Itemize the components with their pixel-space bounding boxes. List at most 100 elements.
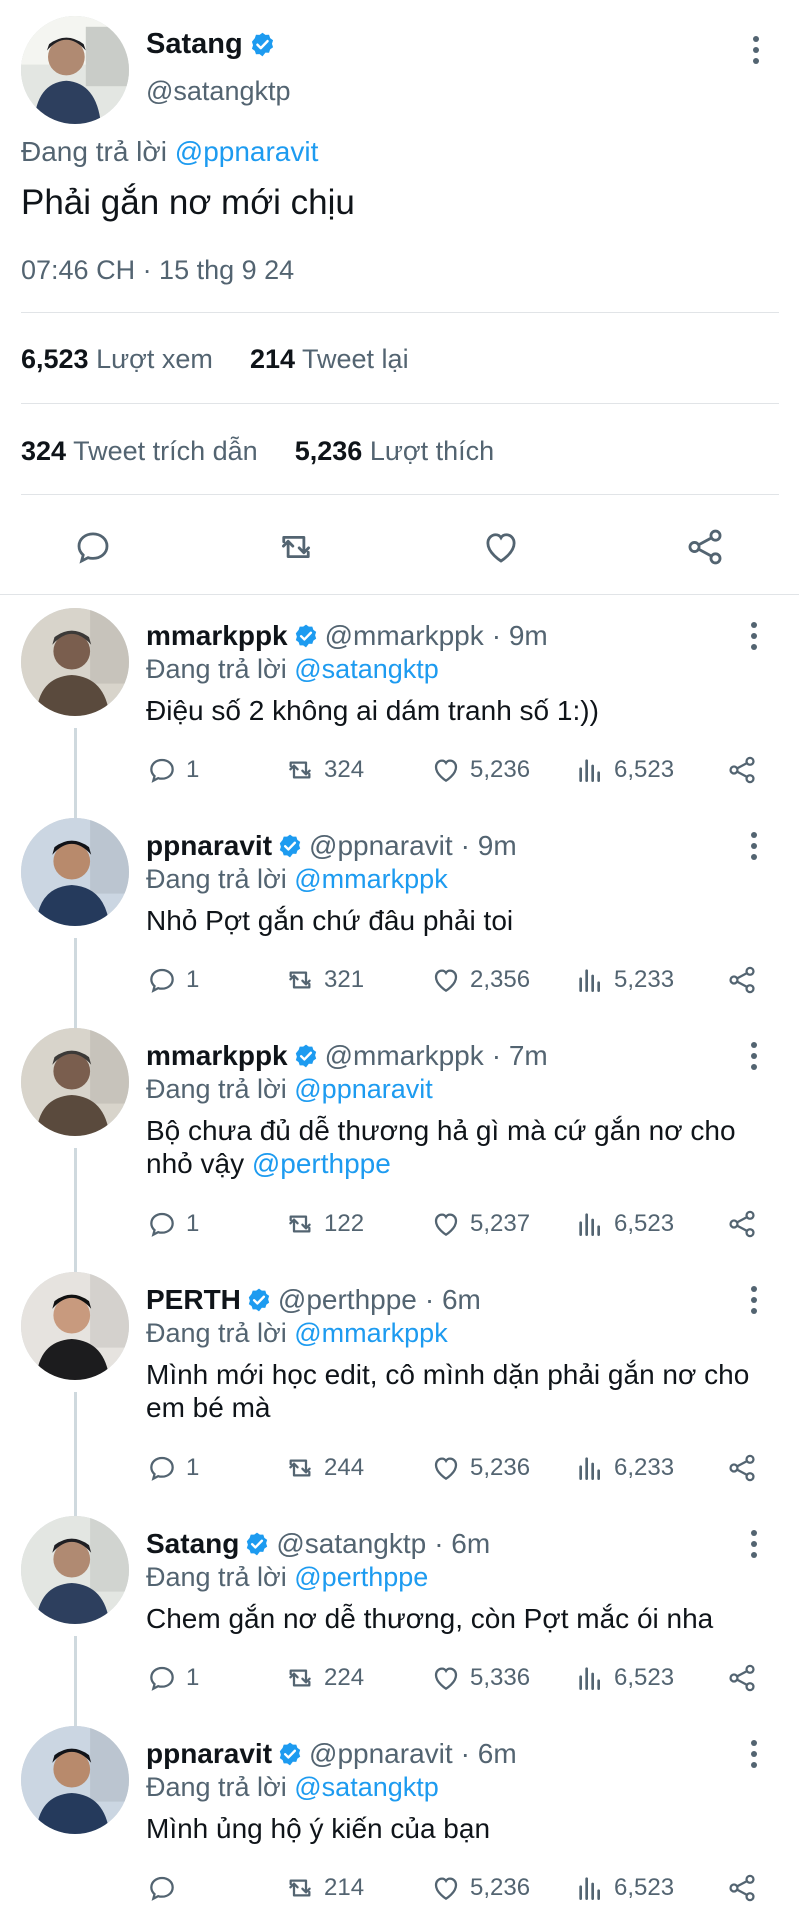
verified-badge-icon <box>246 1287 272 1313</box>
more-options-icon[interactable] <box>742 618 766 654</box>
author-name[interactable]: ppnaravit <box>146 830 272 862</box>
retweets-count[interactable]: 214 <box>250 344 295 374</box>
reply-context: Đang trả lời @mmarkppk <box>146 1318 448 1349</box>
author-handle[interactable]: @ppnaravit <box>309 1738 453 1770</box>
reply-time[interactable]: · 6m <box>434 1528 490 1560</box>
divider <box>21 403 779 404</box>
avatar[interactable] <box>21 16 129 124</box>
retweet-button[interactable]: 122 <box>284 1208 364 1240</box>
author-name[interactable]: ppnaravit <box>146 1738 272 1770</box>
avatar[interactable] <box>21 1726 129 1834</box>
reply-to-mention[interactable]: @ppnaravit <box>175 136 319 167</box>
reply-to-mention[interactable]: @mmarkppk <box>294 1318 447 1348</box>
reply-text: Mình ủng hộ ý kiến của bạn <box>146 1812 766 1845</box>
retweet-icon[interactable] <box>273 526 319 568</box>
views-button[interactable]: 6,523 <box>574 754 674 786</box>
reply-count: 1 <box>186 1454 200 1481</box>
share-icon[interactable] <box>684 526 726 568</box>
share-button[interactable] <box>726 964 766 996</box>
reply-button[interactable]: 1 <box>146 964 199 996</box>
reply-to-mention[interactable]: @ppnaravit <box>294 1074 432 1104</box>
like-count: 5,237 <box>470 1210 531 1237</box>
retweets-label[interactable]: Tweet lại <box>302 344 409 374</box>
like-button[interactable]: 5,336 <box>430 1662 530 1694</box>
more-options-icon[interactable] <box>742 828 766 864</box>
like-button[interactable]: 5,236 <box>430 754 530 786</box>
avatar[interactable] <box>21 1028 129 1136</box>
like-icon[interactable] <box>480 526 522 568</box>
author-name[interactable]: PERTH <box>146 1284 241 1316</box>
retweet-button[interactable]: 321 <box>284 964 364 996</box>
share-button[interactable] <box>726 1872 766 1904</box>
reply-item: Satang @satangktp · 6m Đang trả lời @perthp… <box>0 1516 799 1736</box>
reply-icon <box>150 968 174 993</box>
reply-button[interactable]: 1 <box>146 1662 199 1694</box>
reply-icon[interactable] <box>72 526 114 568</box>
author-name[interactable]: Satang <box>146 28 243 61</box>
reply-prefix: Đang trả lời <box>146 1772 295 1802</box>
retweet-button[interactable]: 324 <box>284 754 364 786</box>
retweet-count: 321 <box>324 966 365 993</box>
views-button[interactable]: 5,233 <box>574 964 674 996</box>
reply-to-mention[interactable]: @satangktp <box>294 654 439 684</box>
reply-time[interactable]: · 7m <box>492 1040 548 1072</box>
reply-count: 1 <box>186 966 200 993</box>
views-count: 6,523 <box>614 1664 675 1691</box>
more-options-icon[interactable] <box>742 1282 766 1318</box>
avatar[interactable] <box>21 1272 129 1380</box>
like-button[interactable]: 5,237 <box>430 1208 530 1240</box>
views-button[interactable]: 6,523 <box>574 1662 674 1694</box>
like-icon <box>434 969 458 992</box>
quotes-count[interactable]: 324 <box>21 436 66 466</box>
reply-time[interactable]: · 9m <box>461 830 517 862</box>
author-handle[interactable]: @mmarkppk <box>325 620 484 652</box>
author-handle[interactable]: @perthppe <box>278 1284 417 1316</box>
reply-to-mention[interactable]: @perthppe <box>294 1562 428 1592</box>
reply-to-mention[interactable]: @satangktp <box>294 1772 439 1802</box>
avatar[interactable] <box>21 818 129 926</box>
like-button[interactable]: 2,356 <box>430 964 530 996</box>
avatar[interactable] <box>21 608 129 716</box>
retweet-button[interactable]: 214 <box>284 1872 364 1904</box>
author-name[interactable]: Satang <box>146 1528 239 1560</box>
retweet-button[interactable]: 244 <box>284 1452 364 1484</box>
like-button[interactable]: 5,236 <box>430 1872 530 1904</box>
reply-button[interactable]: 1 <box>146 754 199 786</box>
more-options-icon[interactable] <box>744 32 768 68</box>
more-options-icon[interactable] <box>742 1038 766 1074</box>
author-handle[interactable]: @mmarkppk <box>325 1040 484 1072</box>
divider <box>21 312 779 313</box>
views-button[interactable]: 6,523 <box>574 1208 674 1240</box>
author-name[interactable]: mmarkppk <box>146 620 288 652</box>
reply-time[interactable]: · 6m <box>461 1738 517 1770</box>
tweet-timestamp[interactable]: 07:46 CH · 15 thg 9 24 <box>21 255 294 286</box>
share-button[interactable] <box>726 1452 766 1484</box>
share-button[interactable] <box>726 1662 766 1694</box>
likes-label[interactable]: Lượt thích <box>370 436 494 466</box>
more-options-icon[interactable] <box>742 1526 766 1562</box>
reply-to-mention[interactable]: @mmarkppk <box>294 864 447 894</box>
reply-button[interactable]: 1 <box>146 1208 199 1240</box>
like-button[interactable]: 5,236 <box>430 1452 530 1484</box>
reply-text: Mình mới học edit, cô mình dặn phải gắn … <box>146 1358 766 1424</box>
author-handle[interactable]: @ppnaravit <box>309 830 453 862</box>
share-button[interactable] <box>726 1208 766 1240</box>
share-button[interactable] <box>726 754 766 786</box>
like-count: 5,236 <box>470 1874 531 1901</box>
reply-actions: 1 122 5,237 6,523 <box>146 1208 756 1242</box>
retweet-button[interactable]: 224 <box>284 1662 364 1694</box>
author-handle[interactable]: @satangktp <box>276 1528 426 1560</box>
author-handle[interactable]: @satangktp <box>146 76 291 107</box>
more-options-icon[interactable] <box>742 1736 766 1772</box>
reply-button[interactable]: 1 <box>146 1452 199 1484</box>
reply-time[interactable]: · 9m <box>492 620 548 652</box>
likes-count[interactable]: 5,236 <box>295 436 363 466</box>
avatar[interactable] <box>21 1516 129 1624</box>
author-name[interactable]: mmarkppk <box>146 1040 288 1072</box>
reply-button[interactable] <box>146 1872 186 1904</box>
views-button[interactable]: 6,233 <box>574 1452 674 1484</box>
text-mention[interactable]: @perthppe <box>252 1148 391 1179</box>
views-button[interactable]: 6,523 <box>574 1872 674 1904</box>
quotes-label[interactable]: Tweet trích dẫn <box>73 436 258 466</box>
reply-time[interactable]: · 6m <box>425 1284 481 1316</box>
